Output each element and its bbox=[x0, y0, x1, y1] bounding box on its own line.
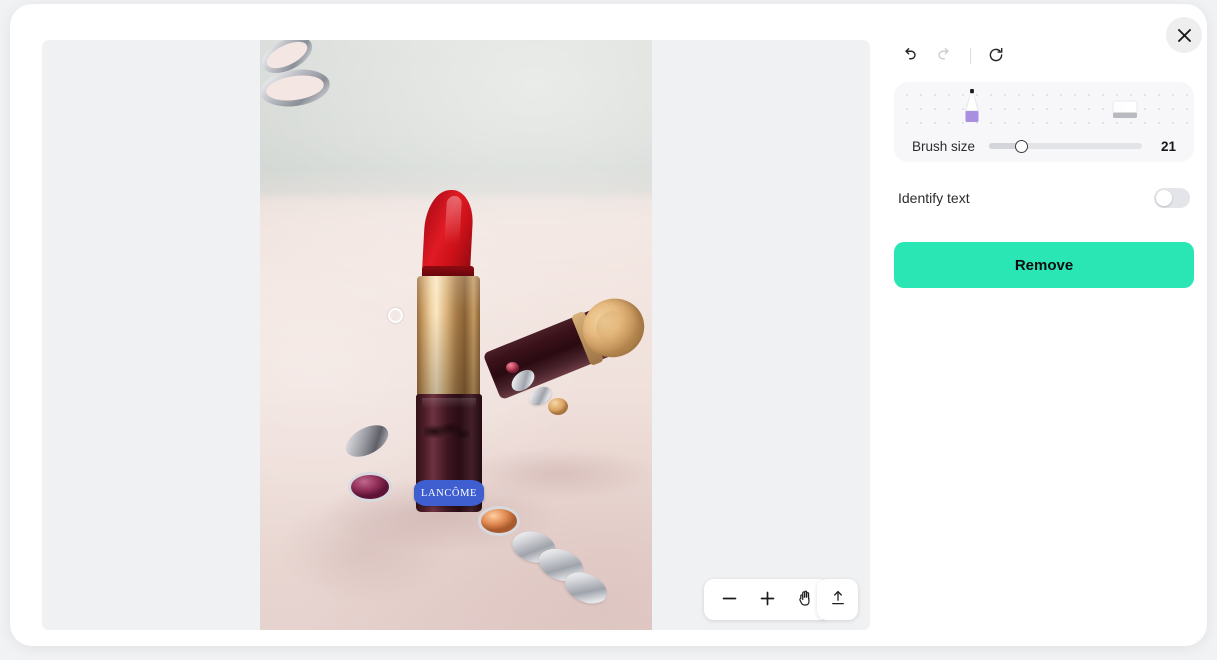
history-controls bbox=[884, 40, 1184, 72]
export-button[interactable] bbox=[821, 583, 855, 617]
tool-panel: Brush size 21 Identify text Remove bbox=[884, 40, 1194, 630]
zoom-out-button[interactable] bbox=[712, 583, 746, 617]
eraser-tool-button[interactable] bbox=[1109, 94, 1141, 126]
zoom-in-button[interactable] bbox=[750, 583, 784, 617]
editor-canvas[interactable]: LANCÔME bbox=[42, 40, 870, 630]
tool-selector-strip[interactable] bbox=[894, 82, 1194, 130]
lipstick-gold-casing bbox=[417, 276, 480, 398]
minus-icon bbox=[721, 590, 738, 610]
identify-text-label: Identify text bbox=[898, 190, 970, 206]
remove-button[interactable]: Remove bbox=[894, 242, 1194, 288]
brush-size-value: 21 bbox=[1160, 138, 1176, 154]
chain-gem bbox=[548, 398, 568, 415]
identify-text-toggle[interactable] bbox=[1154, 188, 1190, 208]
export-toolbar bbox=[817, 579, 858, 620]
redo-button[interactable] bbox=[934, 45, 956, 67]
plus-icon bbox=[759, 590, 776, 610]
primary-lipstick: LANCÔME bbox=[412, 190, 488, 520]
upload-icon bbox=[829, 589, 847, 610]
close-icon bbox=[1177, 28, 1192, 43]
toolbar-divider bbox=[970, 48, 971, 64]
undo-icon bbox=[900, 46, 918, 67]
brand-label-text: LANCÔME bbox=[420, 487, 478, 499]
brush-tool-card: Brush size 21 bbox=[894, 82, 1194, 162]
brush-size-label: Brush size bbox=[912, 138, 976, 154]
chain-gem-amethyst bbox=[348, 472, 392, 502]
lipstick-script-marking bbox=[424, 418, 470, 444]
identify-text-row: Identify text bbox=[894, 180, 1194, 216]
undo-button[interactable] bbox=[898, 45, 920, 67]
reset-icon bbox=[987, 46, 1005, 67]
close-button[interactable] bbox=[1166, 17, 1202, 53]
hand-icon bbox=[796, 589, 814, 610]
lipstick-brand-label: LANCÔME bbox=[414, 480, 484, 506]
brush-size-slider[interactable] bbox=[989, 139, 1142, 153]
redo-icon bbox=[936, 46, 954, 67]
lipstick-bullet bbox=[421, 190, 475, 278]
toggle-knob bbox=[1156, 190, 1172, 206]
brush-size-row: Brush size 21 bbox=[894, 130, 1194, 162]
viewport-toolbar bbox=[704, 579, 830, 620]
image-editor-modal: LANCÔME Brush size 21 Identify text Remo… bbox=[10, 4, 1207, 646]
brush-size-slider-knob[interactable] bbox=[1014, 139, 1028, 153]
chain-gem bbox=[506, 362, 519, 373]
edited-image[interactable]: LANCÔME bbox=[260, 40, 652, 630]
reset-button[interactable] bbox=[985, 45, 1007, 67]
brush-tool-button[interactable] bbox=[958, 87, 986, 129]
